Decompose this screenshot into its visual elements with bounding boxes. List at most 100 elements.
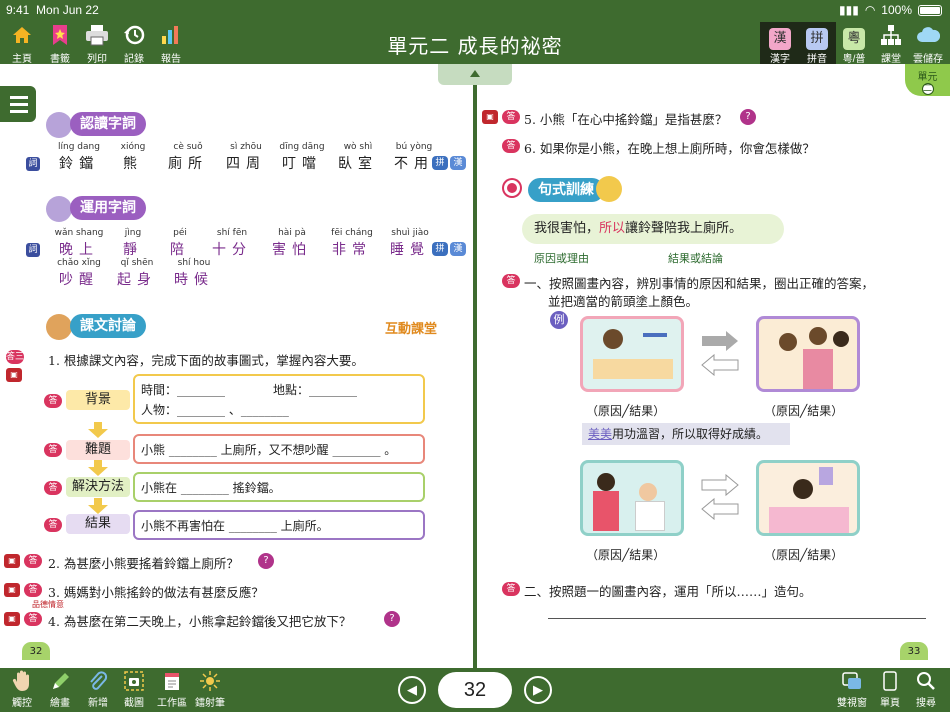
choice-label[interactable]: （原因╱結果） [764, 402, 843, 419]
cause-effect-arrows-icon[interactable] [700, 474, 740, 520]
bottom-toolbar: 觸控 繪畫 新增 截圖 工作區 鐳射筆 ◀ 32 ▶ 雙視窗 單頁 搜尋 [0, 668, 950, 712]
example-tag: 例 [550, 311, 568, 329]
book-icon[interactable]: ▣ [4, 554, 20, 568]
question-4: 4. 為甚麼在第二天晚上，小熊拿起鈴鐺後又把它放下？ [48, 614, 352, 629]
target-icon [504, 180, 520, 196]
wifi-icon: ◠ [864, 3, 876, 17]
pinyin-toggle[interactable]: 拼 拼音 [799, 24, 835, 65]
side-menu-button[interactable] [0, 86, 36, 122]
pinyin-audio-button[interactable]: 拼 [432, 242, 448, 256]
down-arrow-icon [88, 422, 108, 438]
unit-flag: 單元 二 [905, 64, 950, 96]
cantonese-mandarin-toggle[interactable]: 粵 粵/普 [836, 24, 872, 65]
question-3: 3. 媽媽對小熊搖鈴的做法有甚麼反應？ [48, 585, 264, 600]
book-icon[interactable]: ▣ [4, 583, 20, 597]
screenshot-button[interactable]: 截圖 [114, 670, 154, 709]
touch-mode-button[interactable]: 觸控 [2, 670, 42, 709]
search-icon [906, 670, 946, 694]
pinyin-audio-button[interactable]: 拼 [432, 156, 448, 170]
pen-icon [40, 670, 80, 694]
draw-button[interactable]: 繪畫 [40, 670, 80, 709]
illustration-sick-in-bed [756, 460, 860, 536]
question-1: 1. 根據課文內容，完成下面的故事圖式，掌握內容大要。 [48, 353, 364, 368]
pull-down-arrow-icon [470, 70, 480, 77]
section-heading-discussion: 課文討論 [70, 314, 146, 338]
cause-label: 原因或理由 [534, 252, 589, 265]
answer-tag[interactable]: 答三 [6, 350, 24, 364]
hanzi-icon: 漢 [769, 28, 791, 50]
vocab-row-use-2: chǎo xǐng 吵醒 qǐ shēn 起身 shí hou 時候 [57, 258, 214, 288]
answer-tag[interactable]: 答 [44, 481, 62, 495]
word-tag[interactable]: 詞 [26, 243, 40, 257]
chinese-audio-button[interactable]: 漢 [450, 242, 466, 256]
answer-tag[interactable]: 答 [44, 394, 62, 408]
search-button[interactable]: 搜尋 [906, 670, 946, 709]
cantonese-icon: 粵 [843, 28, 865, 50]
story-box-background: 時間：________ 地點：________ 人物：________ 、___… [133, 374, 425, 424]
answer-tag[interactable]: 答 [502, 139, 520, 153]
question-6: 6. 如果你是小熊，在晚上想上廁所時，你會怎樣做？ [524, 141, 815, 156]
cause-effect-arrows-icon[interactable] [700, 330, 740, 376]
cloud-icon [910, 24, 946, 48]
section-heading-use-words: 運用字詞 [70, 196, 146, 220]
choice-label[interactable]: （原因╱結果） [764, 546, 843, 563]
illustration-doctor [580, 460, 684, 536]
vocab-row-use-1: wǎn shang 晚上 jìng 靜 péi 陪 shí fēn 十分 hài pà 害… [54, 228, 430, 258]
dual-window-button[interactable]: 雙視窗 [832, 670, 872, 709]
hint-bulb-icon[interactable]: ? [740, 109, 756, 125]
chinese-audio-button[interactable]: 漢 [450, 156, 466, 170]
illustration-good-grades [756, 316, 860, 392]
answer-line[interactable] [548, 618, 926, 619]
answer-tag[interactable]: 答 [24, 583, 42, 597]
illustration-studying [580, 316, 684, 392]
answer-tag[interactable]: 答 [44, 443, 62, 457]
question-2: 2. 為甚麼小熊要搖着鈴鐺上廁所？ [48, 556, 239, 571]
top-toolbar: 主頁 書籤 列印 記錄 報告 單元二 成長的祕密 漢 漢字 拼 拼音 粵 粵/普… [0, 22, 950, 65]
single-page-button[interactable]: 單頁 [870, 670, 910, 709]
laser-pen-button[interactable]: 鐳射筆 [190, 670, 230, 709]
answer-tag[interactable]: 答 [24, 612, 42, 626]
hint-bulb-icon[interactable]: ? [258, 553, 274, 569]
choice-label[interactable]: （原因╱結果） [586, 402, 665, 419]
interactive-class-logo[interactable]: 互動課堂 [385, 318, 437, 337]
story-box-problem: 小熊 ________ 上廁所，又不想吵醒 ________ 。 [133, 434, 425, 464]
chevron-left-icon: ◀ [407, 682, 417, 697]
book-icon[interactable]: ▣ [482, 110, 498, 124]
single-page-icon [870, 670, 910, 694]
book-icon[interactable]: ▣ [4, 612, 20, 626]
answer-tag[interactable]: 答 [502, 274, 520, 288]
workspace-icon [152, 670, 192, 694]
laser-pen-icon [190, 670, 230, 694]
answer-tag[interactable]: 答 [24, 554, 42, 568]
story-box-result: 小熊不再害怕在 ________ 上廁所。 [133, 510, 425, 540]
hint-bulb-icon[interactable]: ? [384, 611, 400, 627]
status-right: ▮▮▮ ◠ 100% [839, 3, 942, 17]
chevron-right-icon: ▶ [533, 682, 543, 697]
page-number-left: 32 [22, 642, 50, 660]
example-sentence: 美美用功溫習，所以取得好成績。 [582, 423, 790, 445]
previous-page-button[interactable]: ◀ [398, 676, 426, 704]
answer-tag[interactable]: 答 [502, 582, 520, 596]
class-tree-icon [873, 24, 909, 48]
hand-icon [2, 670, 42, 694]
cat-mascot-icon [596, 176, 622, 202]
cloud-storage-button[interactable]: 雲儲存 [910, 24, 946, 65]
paperclip-icon [78, 670, 118, 694]
story-label-solution: 解決方法 [66, 477, 130, 497]
traditional-chinese-toggle[interactable]: 漢 漢字 [762, 24, 798, 65]
down-arrow-icon [88, 460, 108, 476]
book-spine [473, 64, 477, 668]
current-page-indicator[interactable]: 32 [438, 672, 512, 708]
workspace-button[interactable]: 工作區 [152, 670, 192, 709]
next-page-button[interactable]: ▶ [524, 676, 552, 704]
answer-tag[interactable]: 答 [502, 110, 520, 124]
word-tag[interactable]: 詞 [26, 157, 40, 171]
choice-label[interactable]: （原因╱結果） [586, 546, 665, 563]
effect-label: 結果或結論 [668, 252, 723, 265]
answer-tag[interactable]: 答 [44, 518, 62, 532]
task-2: 二、按照題一的圖畫內容，運用「所以……」造句。 [524, 584, 812, 599]
story-label-problem: 難題 [66, 440, 130, 460]
add-attachment-button[interactable]: 新增 [78, 670, 118, 709]
classroom-button[interactable]: 課堂 [873, 24, 909, 65]
book-icon[interactable]: ▣ [6, 368, 22, 382]
